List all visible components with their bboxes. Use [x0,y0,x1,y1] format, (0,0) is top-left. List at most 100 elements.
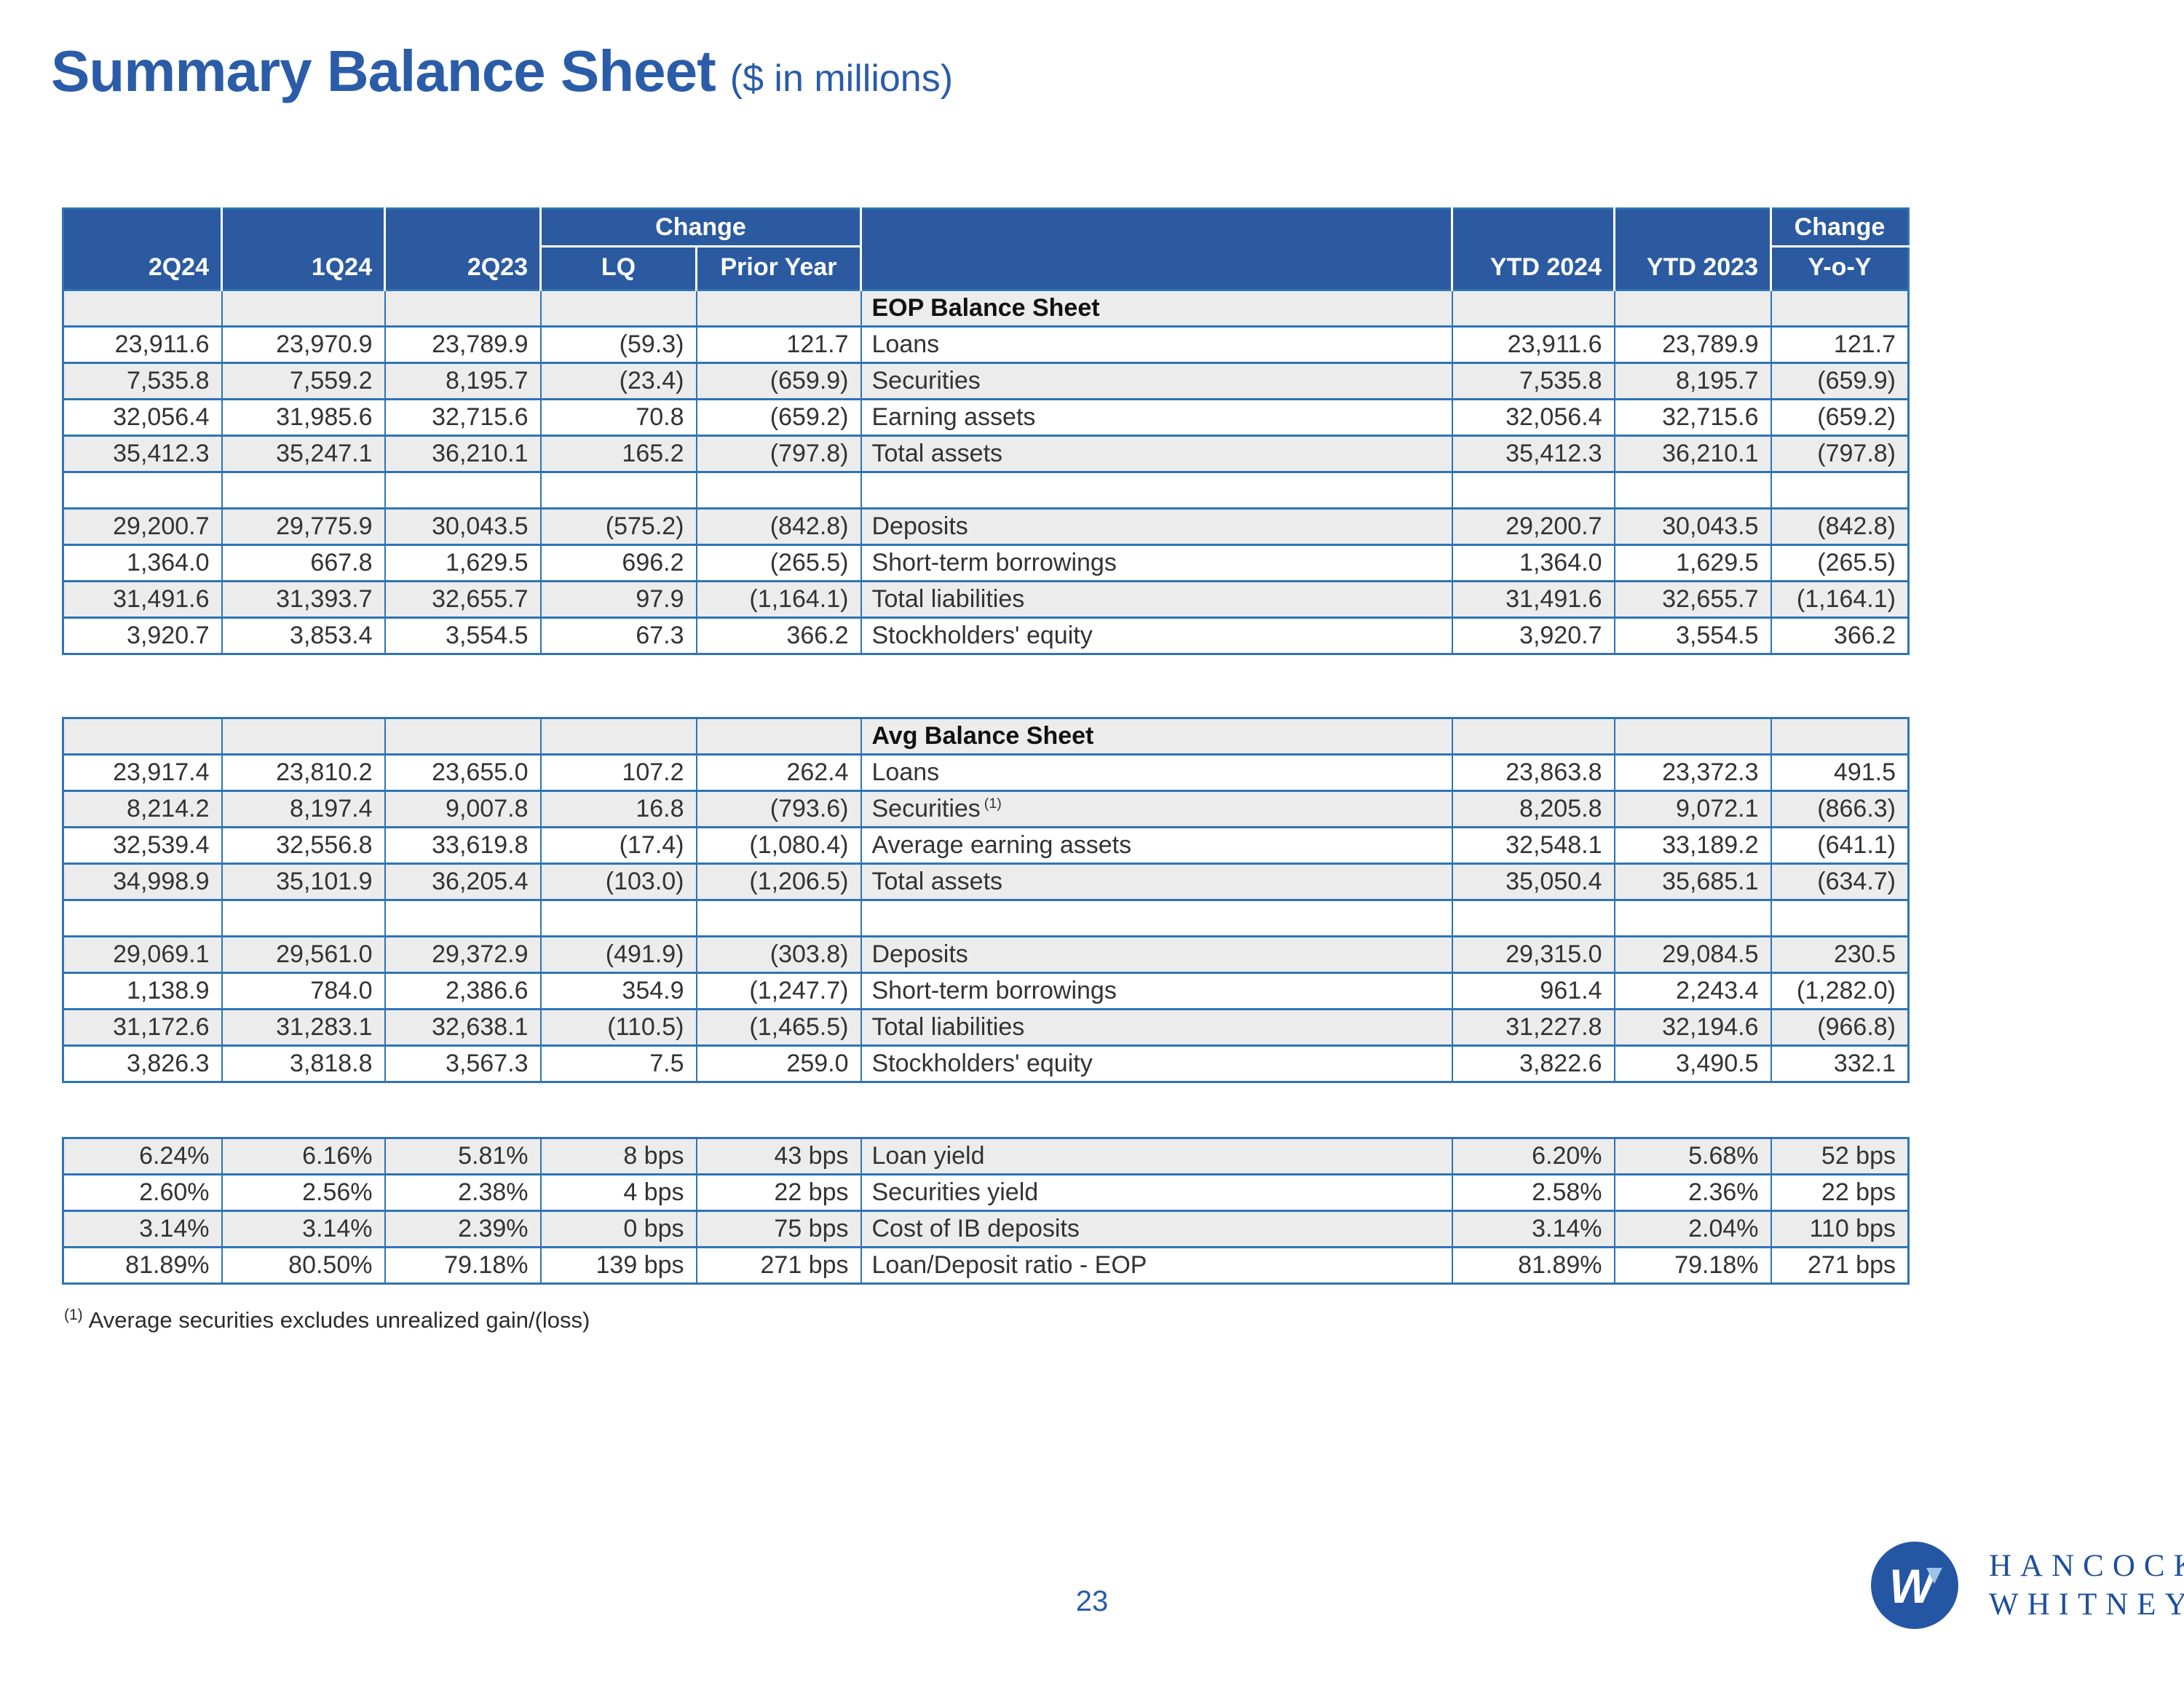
value-cell: (842.8) [695,507,862,546]
page-title-main: Summary Balance Sheet [51,39,716,103]
value-cell: (1,465.5) [695,1008,862,1047]
column-header-2q24: 2Q24 [63,246,222,290]
value-cell: 31,283.1 [221,1008,386,1047]
value-cell: 3.14% [221,1210,386,1248]
column-header-change-yoy: Change [1770,208,1909,247]
value-cell: (59.3) [539,325,697,364]
empty-cell [695,899,862,937]
value-cell: 6.20% [1451,1137,1615,1175]
row-label-text: Cost of IB deposits [871,1215,1080,1242]
table-row: 8,214.2 8,197.4 9,007.8 16.8 (793.6) Securiti… [62,790,1910,828]
value-cell: 110 bps [1770,1210,1910,1248]
table-row: 32,056.4 31,985.6 32,715.6 70.8 (659.2) Earni… [62,398,1910,437]
row-label-text: Short-term borrowings [871,549,1117,576]
column-header-labels [860,246,1452,290]
value-cell: 32,638.1 [384,1008,542,1047]
value-cell: 23,911.6 [62,325,223,364]
row-label-text: Earning assets [871,403,1036,431]
table-row: 1,364.0 667.8 1,629.5 696.2 (265.5) Short-ter… [62,544,1910,582]
value-cell: 3,826.3 [62,1044,223,1083]
value-cell: (265.5) [1770,544,1910,582]
row-label-text: Deposits [871,512,968,540]
value-cell: 4 bps [539,1173,697,1212]
value-cell: 7,535.8 [62,362,223,400]
value-cell: 31,172.6 [62,1008,223,1047]
value-cell: 31,491.6 [62,580,223,619]
column-header-ytd-2024: YTD 2024 [1451,246,1615,290]
value-cell: 70.8 [539,398,697,437]
value-cell: 81.89% [62,1246,223,1285]
row-label-text: Stockholders' equity [871,622,1093,649]
value-cell: 271 bps [1770,1246,1910,1285]
row-label: Securities [860,362,1453,400]
value-cell: 97.9 [539,580,697,619]
value-cell: 2.60% [62,1173,223,1212]
value-cell: 1,364.0 [1451,544,1615,582]
value-cell: 107.2 [539,753,697,792]
value-cell: 35,101.9 [221,863,386,901]
empty-cell [539,289,697,328]
empty-cell [1770,899,1910,937]
table-header: Change Change 2Q24 1Q24 2Q23 LQ Prior Ye… [63,208,1909,290]
value-cell: 8,195.7 [1613,362,1772,400]
value-cell: 0 bps [539,1210,697,1248]
value-cell: 32,056.4 [62,398,223,437]
value-cell: 35,247.1 [221,435,386,473]
value-cell: (797.8) [695,435,862,473]
empty-cell [695,289,862,328]
value-cell: 29,561.0 [221,935,386,974]
value-cell: 79.18% [384,1246,542,1285]
empty-cell [221,899,386,937]
value-cell: 3,920.7 [1451,616,1615,655]
value-cell: 32,655.7 [384,580,542,619]
avg-balance-sheet-table: Avg Balance Sheet 23,917.4 23,810.2 23,655.… [62,717,1910,1083]
row-label-text: Loan/Deposit ratio - EOP [871,1251,1147,1279]
row-label: Cost of IB deposits [860,1210,1453,1248]
column-header-2q23: 2Q23 [384,246,541,290]
value-cell: 6.16% [221,1137,386,1175]
empty-cell [539,471,697,510]
empty-cell [695,471,862,510]
value-cell: 31,491.6 [1451,580,1615,619]
value-cell: 16.8 [539,790,697,828]
section-title: Avg Balance Sheet [860,717,1453,756]
value-cell: 8 bps [539,1137,697,1175]
empty-header-cell [384,208,541,247]
value-cell: 35,412.3 [62,435,223,473]
column-header-1q24: 1Q24 [221,246,385,290]
value-cell: 23,655.0 [384,753,542,792]
value-cell: 81.89% [1451,1246,1615,1285]
value-cell: 1,629.5 [384,544,542,582]
spacer-row [62,471,1910,510]
row-label-text: Loans [871,330,940,358]
section-header-row: EOP Balance Sheet [62,289,1910,328]
value-cell: 3,554.5 [1613,616,1772,655]
value-cell: 1,364.0 [62,544,223,582]
value-cell: 23,789.9 [384,325,542,364]
value-cell: 262.4 [695,753,862,792]
value-cell: (659.9) [695,362,862,400]
value-cell: 2.38% [384,1173,542,1212]
value-cell: 9,072.1 [1613,790,1772,828]
hancock-whitney-wordmark: HANCOCK WHITNEY [1989,1547,2184,1624]
slide: { "title": { "main": "Summary Balance Sh… [0,0,2184,1685]
value-cell: (659.2) [695,398,862,437]
value-cell: 3.14% [62,1210,223,1248]
value-cell: 32,194.6 [1613,1008,1772,1047]
footnote: (1) Average securities excludes unrealize… [64,1307,590,1333]
table-row: 1,138.9 784.0 2,386.6 354.9 (1,247.7) Short-t… [62,972,1910,1010]
row-label-text: Securities yield [871,1178,1039,1206]
empty-cell [384,289,542,328]
value-cell: 23,789.9 [1613,325,1772,364]
table-row: 81.89% 80.50% 79.18% 139 bps 271 bps Loan/Dep… [62,1246,1910,1285]
value-cell: 271 bps [695,1246,862,1285]
value-cell: 332.1 [1770,1044,1910,1083]
row-label-text: Loan yield [871,1142,985,1170]
value-cell: 31,227.8 [1451,1008,1615,1047]
value-cell: 230.5 [1770,935,1910,974]
row-label-text: Securities [871,795,981,822]
value-cell: 29,372.9 [384,935,542,974]
page-title: Summary Balance Sheet ($ in millions) [51,38,953,105]
logo-line-2: WHITNEY [1989,1587,2184,1622]
table-row: 23,911.6 23,970.9 23,789.9 (59.3) 121.7 Loans… [62,325,1910,364]
